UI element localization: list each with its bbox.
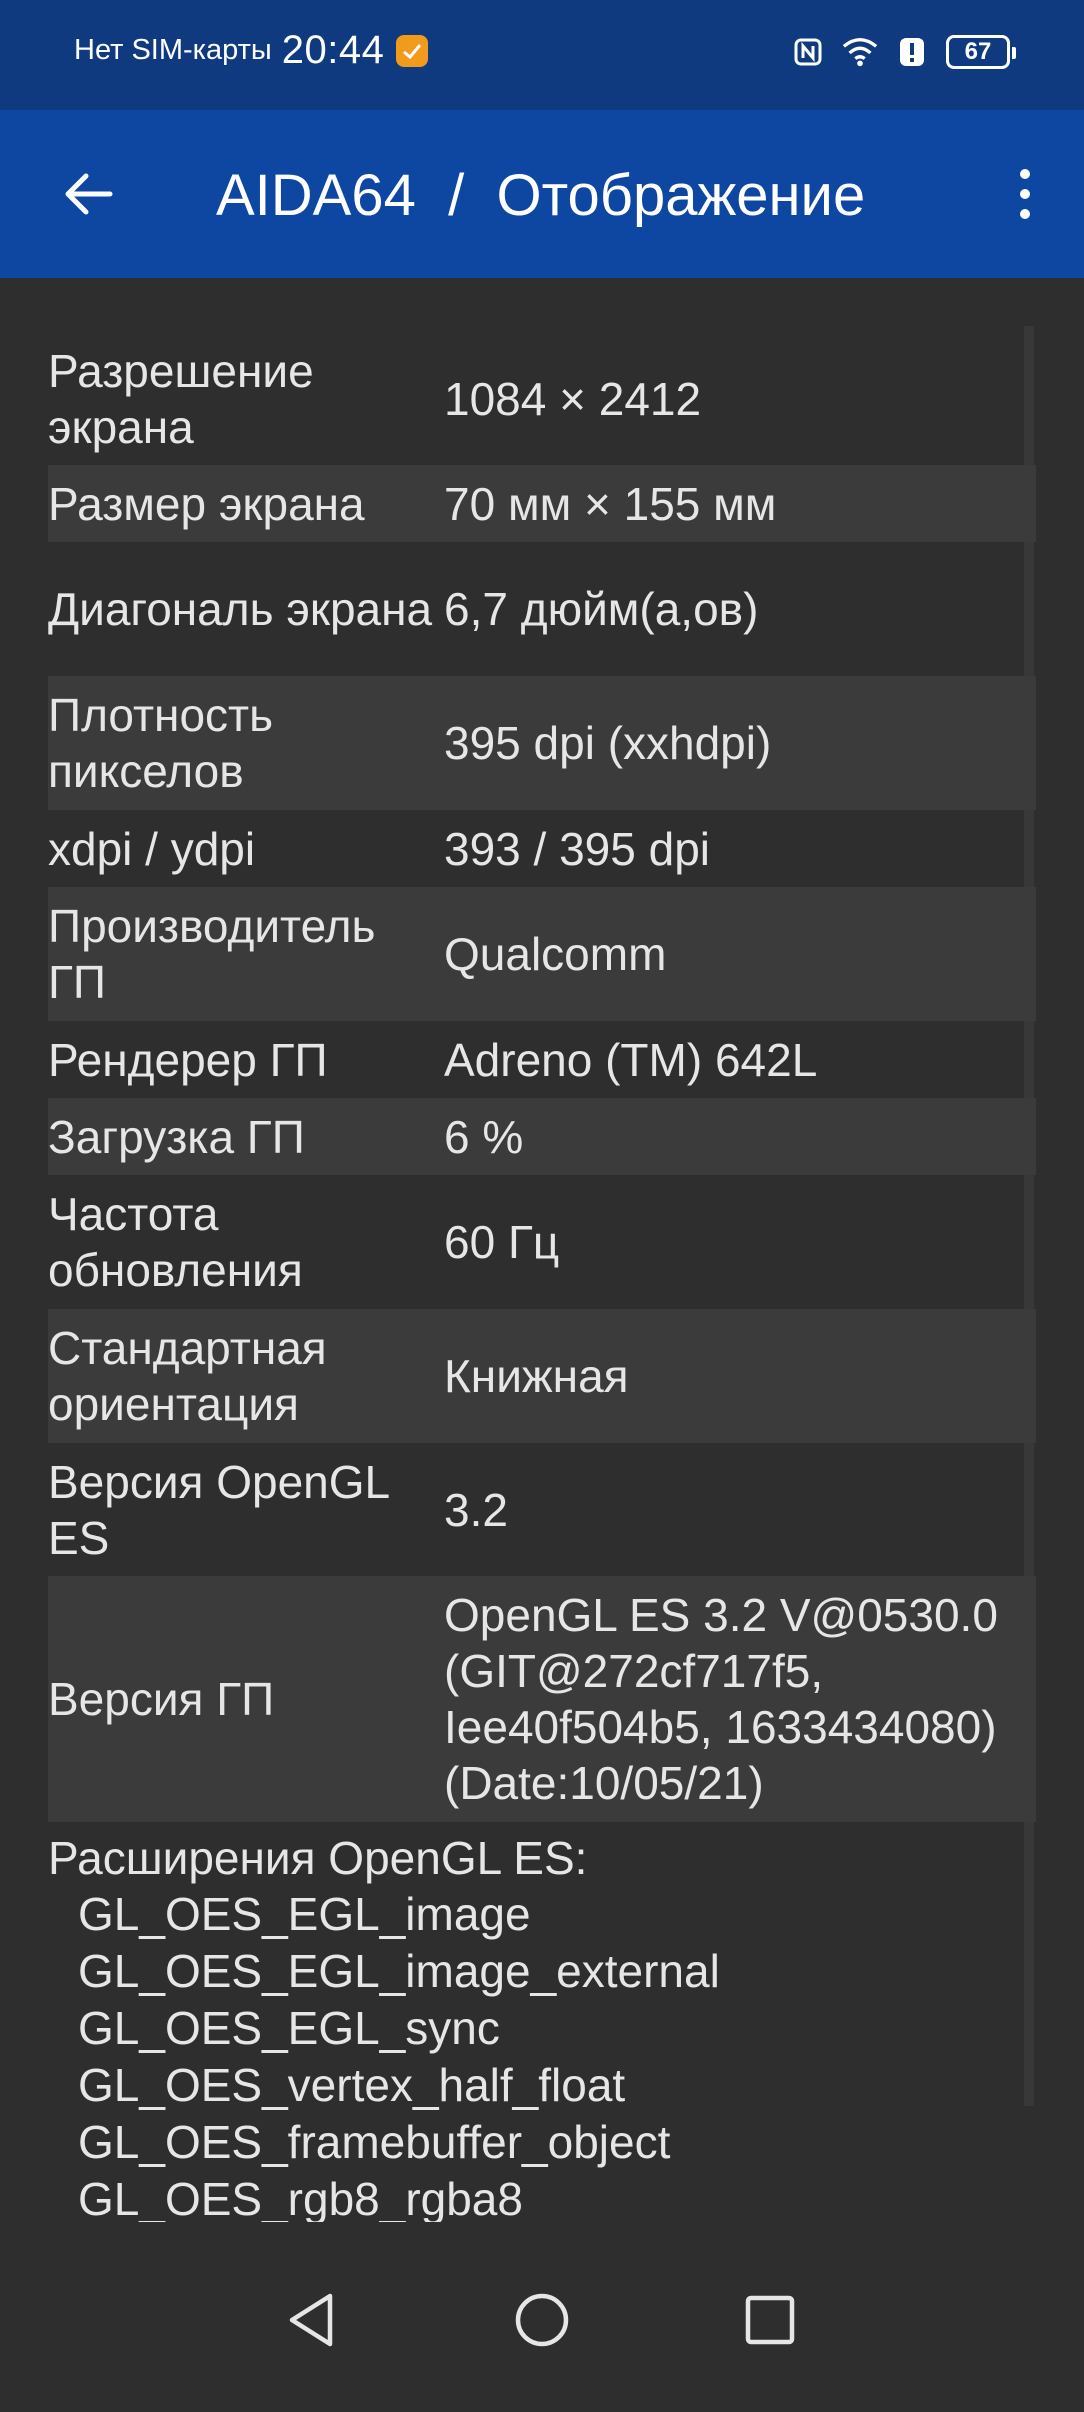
info-row-xdpi-ydpi: xdpi / ydpi 393 / 395 dpi bbox=[48, 810, 1036, 887]
extension-item: GL_OES_EGL_sync bbox=[78, 2002, 500, 2054]
arrow-left-icon bbox=[65, 173, 113, 215]
more-vert-icon bbox=[1020, 169, 1030, 219]
info-value: Qualcomm bbox=[444, 928, 667, 980]
system-nav-bar bbox=[0, 2222, 1084, 2412]
app-bar: AIDA64 / Отображение bbox=[0, 110, 1084, 278]
info-value: 393 / 395 dpi bbox=[444, 822, 711, 875]
home-circle-icon bbox=[515, 2293, 569, 2347]
nav-back-button[interactable] bbox=[262, 2270, 362, 2370]
nfc-icon bbox=[790, 34, 826, 70]
page-title: AIDA64 / Отображение bbox=[216, 163, 866, 228]
back-button[interactable] bbox=[48, 154, 128, 234]
alert-icon bbox=[894, 34, 930, 70]
info-value: OpenGL ES 3.2 V@0530.0 (GIT@272cf717f5, … bbox=[444, 1589, 998, 1809]
info-label: xdpi / ydpi bbox=[48, 822, 256, 875]
info-row-gpu-version: Версия ГП OpenGL ES 3.2 V@0530.0 (GIT@27… bbox=[48, 1576, 1036, 1822]
info-label: Рендерер ГП bbox=[48, 1033, 328, 1086]
info-row-density: Плотность пикселов 395 dpi (xxhdpi) bbox=[48, 676, 1036, 810]
info-value: 395 dpi (xxhdpi) bbox=[444, 717, 772, 769]
app-notification-icon bbox=[396, 34, 429, 67]
info-row-resolution: Разрешение экрана 1084 × 2412 bbox=[48, 332, 1036, 465]
info-row-gpu-renderer: Рендерер ГП Adreno (TM) 642L bbox=[48, 1021, 1036, 1098]
info-row-orientation: Стандартная ориентация Книжная bbox=[48, 1309, 1036, 1443]
wifi-icon bbox=[842, 34, 878, 70]
extensions-header: Расширения OpenGL ES: bbox=[48, 1832, 588, 1884]
more-options-button[interactable] bbox=[990, 154, 1060, 234]
info-value: 60 Гц bbox=[444, 1216, 560, 1268]
info-row-opengl-version: Версия OpenGL ES 3.2 bbox=[48, 1443, 1036, 1576]
info-value: 3.2 bbox=[444, 1483, 508, 1536]
status-bar-right: 67 bbox=[790, 34, 1016, 70]
info-label: Диагональ экрана bbox=[48, 583, 433, 635]
info-label: Загрузка ГП bbox=[48, 1110, 305, 1163]
info-label: Стандартная ориентация bbox=[48, 1322, 327, 1430]
info-row-screen-size: Размер экрана 70 мм × 155 мм bbox=[48, 465, 1036, 542]
info-value: Adreno (TM) 642L bbox=[444, 1033, 818, 1086]
info-value: Книжная bbox=[444, 1350, 629, 1402]
info-label: Размер экрана bbox=[48, 477, 365, 530]
info-label: Частота обновления bbox=[48, 1188, 303, 1296]
info-value: 70 мм × 155 мм bbox=[444, 477, 777, 530]
info-row-refresh-rate: Частота обновления 60 Гц bbox=[48, 1175, 1036, 1309]
info-row-diagonal: Диагональ экрана 6,7 дюйм(а,ов) bbox=[48, 542, 1036, 676]
display-info-list: Разрешение экрана 1084 × 2412 Размер экр… bbox=[48, 332, 1036, 2228]
clock: 20:44 bbox=[281, 28, 385, 72]
info-value: 6,7 дюйм(а,ов) bbox=[444, 583, 759, 635]
extension-item: GL_OES_rgb8_rgba8 bbox=[78, 2173, 523, 2225]
info-label: Версия OpenGL ES bbox=[48, 1455, 389, 1564]
nav-recents-button[interactable] bbox=[720, 2270, 820, 2370]
info-label: Производитель ГП bbox=[48, 900, 376, 1008]
info-label: Плотность пикселов bbox=[48, 689, 274, 797]
nav-home-button[interactable] bbox=[492, 2270, 592, 2370]
back-triangle-icon bbox=[289, 2293, 333, 2347]
info-label: Разрешение экрана bbox=[48, 344, 314, 453]
extension-item: GL_OES_vertex_half_float bbox=[78, 2059, 626, 2111]
extension-item: GL_OES_EGL_image_external bbox=[78, 1945, 720, 1997]
status-bar-left: Нет SIM-карты 20:44 bbox=[74, 28, 429, 73]
status-bar: Нет SIM-карты 20:44 67 bbox=[0, 0, 1084, 110]
info-row-gpu-load: Загрузка ГП 6 % bbox=[48, 1098, 1036, 1175]
info-value: 6 % bbox=[444, 1110, 524, 1163]
recents-square-icon bbox=[745, 2295, 795, 2345]
carrier-text: Нет SIM-карты bbox=[74, 34, 272, 66]
info-row-gpu-vendor: Производитель ГП Qualcomm bbox=[48, 887, 1036, 1021]
extension-item: GL_OES_framebuffer_object bbox=[78, 2116, 671, 2168]
extension-item: GL_OES_EGL_image bbox=[78, 1888, 531, 1940]
info-value: 1084 × 2412 bbox=[444, 372, 702, 425]
battery-icon: 67 bbox=[946, 35, 1016, 69]
extensions-list: GL_OES_EGL_image GL_OES_EGL_image_extern… bbox=[78, 1886, 1036, 2228]
info-label: Версия ГП bbox=[48, 1673, 275, 1725]
